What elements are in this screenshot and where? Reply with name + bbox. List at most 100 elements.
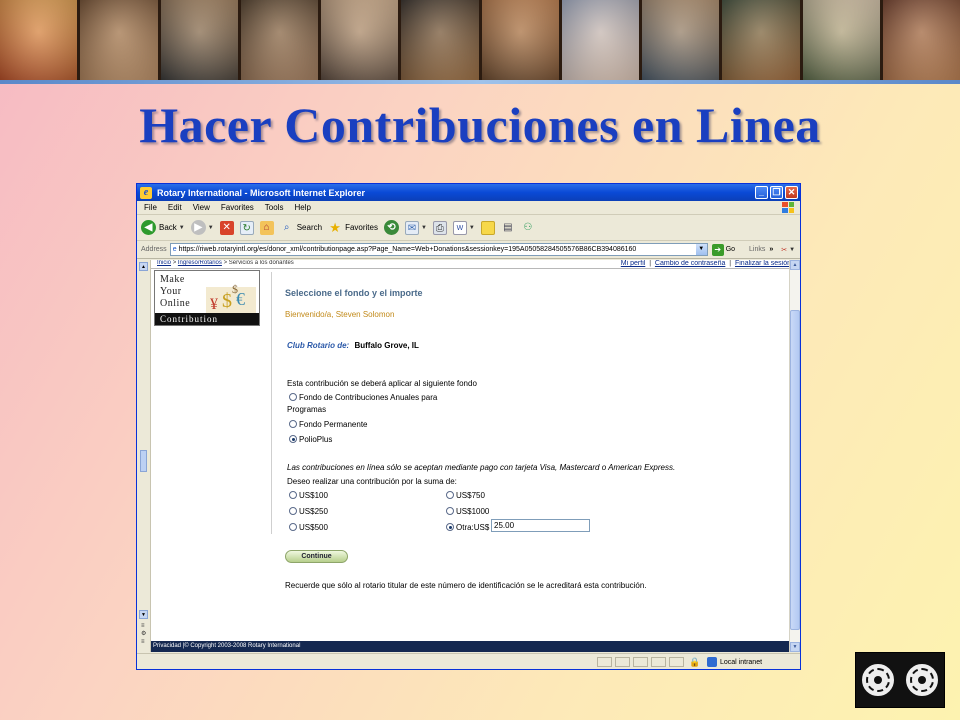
other-amount-input[interactable]: 25.00 [491, 519, 590, 532]
left-frame-scrollbar[interactable]: ▲ ▼ ≡ ⚙ ≡ [137, 260, 151, 652]
photo-banner [0, 0, 960, 80]
forward-button[interactable]: ▶ ▼ [190, 220, 214, 235]
change-password-link[interactable]: Cambio de contraseña [655, 260, 725, 267]
chevron-right-icon[interactable]: » [769, 246, 773, 253]
messenger-button[interactable]: ⚇ [521, 221, 535, 235]
menu-tools[interactable]: Tools [265, 203, 284, 212]
scroll-down-icon[interactable]: ▼ [139, 610, 148, 619]
chevron-down-icon[interactable]: ▼ [469, 225, 475, 231]
logo-line-4: Contribution [155, 313, 259, 325]
club-label: Club Rotario de: [287, 341, 350, 350]
amount-other-label: Otra:US$ [456, 523, 490, 532]
amount-option-250[interactable]: US$250 [289, 507, 328, 516]
radio-amount-1000[interactable] [446, 507, 454, 515]
close-button[interactable]: ✕ [785, 186, 798, 199]
online-contribution-logo: Make Your Online ¥ $ € $ Contribution [154, 270, 260, 326]
history-button[interactable]: ⟲ [383, 220, 399, 235]
radio-fund-annual[interactable] [289, 393, 297, 401]
radio-fund-polioplus[interactable] [289, 435, 297, 443]
currency-symbols-icon: ¥ $ € $ [206, 282, 256, 313]
breadcrumb-home[interactable]: Inicio [157, 260, 171, 266]
snagit-icon[interactable]: ✂ [781, 246, 787, 254]
radio-amount-750[interactable] [446, 491, 454, 499]
back-arrow-icon: ◀ [141, 220, 156, 235]
banner-photo [240, 0, 318, 80]
scroll-down-icon[interactable]: ▼ [790, 642, 800, 652]
amount-750-label: US$750 [456, 491, 485, 500]
welcome-message: Bienvenido/a, Steven Solomon [285, 310, 395, 319]
rotary-emblems [855, 652, 945, 708]
menu-view[interactable]: View [193, 203, 210, 212]
refresh-button[interactable]: ↻ [239, 220, 254, 235]
svg-text:$: $ [222, 290, 232, 312]
logout-link[interactable]: Finalizar la sesión [735, 260, 791, 267]
search-button[interactable]: ⌕ Search [280, 221, 322, 235]
amount-option-other[interactable]: Otra:US$ [446, 523, 489, 532]
status-bar: 🔒 Local intranet [137, 653, 800, 669]
fund-polioplus-label: PolioPlus [299, 435, 333, 444]
edit-button[interactable]: W ▼ [452, 220, 475, 235]
menu-edit[interactable]: Edit [168, 203, 182, 212]
radio-amount-500[interactable] [289, 523, 297, 531]
word-doc-icon: W [452, 220, 467, 235]
banner-photo [80, 0, 158, 80]
amount-option-500[interactable]: US$500 [289, 523, 328, 532]
print-button[interactable]: ⎙ [432, 220, 447, 235]
amount-option-100[interactable]: US$100 [289, 491, 328, 500]
menu-help[interactable]: Help [294, 203, 310, 212]
menu-file[interactable]: File [144, 203, 157, 212]
minimize-button[interactable]: _ [755, 186, 768, 199]
home-button[interactable]: ⌂ [259, 220, 274, 235]
scroll-up-icon[interactable]: ▲ [139, 262, 148, 271]
chevron-down-icon[interactable]: ▼ [208, 225, 214, 231]
amount-option-1000[interactable]: US$1000 [446, 507, 489, 516]
profile-link[interactable]: Mi perfil [621, 260, 646, 267]
mail-icon: ✉ [404, 220, 419, 235]
chevron-down-icon[interactable]: ▼ [789, 247, 795, 253]
go-button[interactable]: ➔ Go [711, 243, 736, 256]
mail-button[interactable]: ✉ ▼ [404, 220, 427, 235]
fund-option-permanent[interactable]: Fondo Permanente [289, 420, 368, 429]
stop-button[interactable]: ✕ [219, 220, 234, 235]
breadcrumb-login[interactable]: Ingreso/Rotarios [178, 260, 222, 266]
continue-button[interactable]: Continue [285, 550, 348, 563]
zone-label: Local intranet [720, 658, 763, 666]
credit-notice: Recuerde que sólo al rotario titular de … [285, 581, 647, 590]
discuss-button[interactable] [480, 220, 495, 235]
chevron-down-icon[interactable]: ▼ [179, 225, 185, 231]
chevron-down-icon[interactable]: ▼ [695, 244, 707, 255]
radio-amount-other[interactable] [446, 523, 454, 531]
scroll-up-icon[interactable]: ▲ [790, 260, 800, 270]
logo-line-3: Online [160, 298, 191, 309]
banner-photo [561, 0, 639, 80]
back-button[interactable]: ◀ Back ▼ [141, 220, 185, 235]
maximize-button[interactable]: ❐ [770, 186, 783, 199]
fund-option-annual[interactable]: Fondo de Contribuciones Anuales para [289, 393, 437, 402]
menu-favorites[interactable]: Favorites [221, 203, 254, 212]
radio-amount-100[interactable] [289, 491, 297, 499]
scroll-thumb[interactable] [790, 310, 800, 630]
amount-option-750[interactable]: US$750 [446, 491, 485, 500]
web-page: Inicio > Ingreso/Rotarios > Servicios a … [151, 260, 791, 652]
radio-fund-permanent[interactable] [289, 420, 297, 428]
frame-controls[interactable]: ≡ ⚙ ≡ [141, 622, 146, 646]
research-button[interactable]: ▤ [501, 221, 515, 235]
breadcrumb-separator: > [172, 260, 177, 266]
content-divider [271, 272, 272, 534]
url-text: https://riweb.rotaryintl.org/es/donor_xm… [178, 246, 637, 253]
radio-amount-250[interactable] [289, 507, 297, 515]
go-label: Go [725, 246, 736, 253]
search-icon: ⌕ [283, 221, 290, 233]
address-input[interactable]: e https://riweb.rotaryintl.org/es/donor_… [169, 243, 708, 256]
left-scroll-thumb[interactable] [140, 450, 147, 472]
links-label[interactable]: Links [749, 246, 765, 253]
banner-photo [882, 0, 960, 80]
amount-1000-label: US$1000 [456, 507, 490, 516]
favorites-button[interactable]: ★ Favorites [328, 220, 378, 235]
fund-option-polioplus[interactable]: PolioPlus [289, 435, 332, 444]
fund-prompt: Esta contribución se deberá aplicar al s… [287, 379, 477, 388]
vertical-scrollbar[interactable]: ▲ ▼ [789, 260, 800, 652]
chevron-down-icon[interactable]: ▼ [421, 225, 427, 231]
svg-text:¥: ¥ [210, 296, 218, 313]
banner-photo [0, 0, 78, 80]
